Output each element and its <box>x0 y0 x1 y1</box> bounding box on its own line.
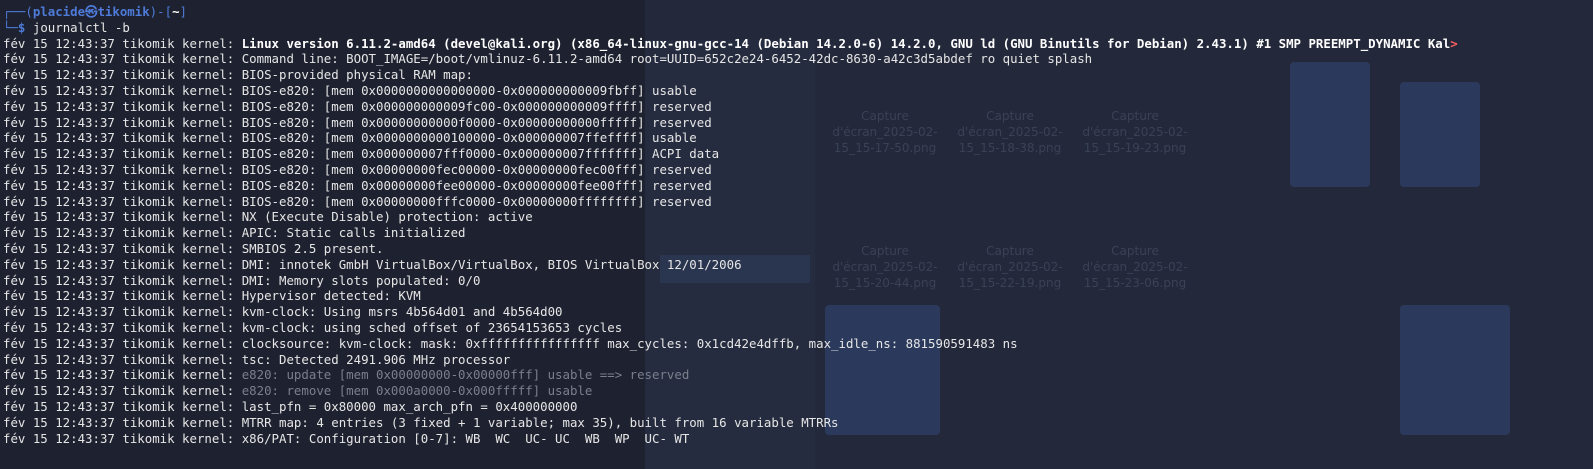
log-prefix: fév 15 12:43:37 tikomik kernel: <box>3 51 242 67</box>
log-message: e820: update [mem 0x00000000-0x00000fff]… <box>241 367 690 383</box>
log-line: fév 15 12:43:37 tikomik kernel: e820: re… <box>3 383 1593 399</box>
log-prefix: fév 15 12:43:37 tikomik kernel: <box>3 288 242 304</box>
log-line: fév 15 12:43:37 tikomik kernel: x86/PAT:… <box>3 431 1593 447</box>
log-line: fév 15 12:43:37 tikomik kernel: BIOS-e82… <box>3 83 1593 99</box>
log-message: Hypervisor detected: KVM <box>241 288 421 304</box>
log-prefix: fév 15 12:43:37 tikomik kernel: <box>3 319 242 335</box>
log-prefix: fév 15 12:43:37 tikomik kernel: <box>3 414 242 430</box>
log-line: fév 15 12:43:37 tikomik kernel: DMI: Mem… <box>3 273 1593 289</box>
log-line: fév 15 12:43:37 tikomik kernel: clocksou… <box>3 336 1593 352</box>
log-prefix: fév 15 12:43:37 tikomik kernel: <box>3 98 242 114</box>
log-line: fév 15 12:43:37 tikomik kernel: kvm-cloc… <box>3 304 1593 320</box>
prompt-frame-end: ] <box>179 4 187 19</box>
log-line: fév 15 12:43:37 tikomik kernel: BIOS-e82… <box>3 194 1593 210</box>
log-prefix: fév 15 12:43:37 tikomik kernel: <box>3 114 242 130</box>
log-prefix: fév 15 12:43:37 tikomik kernel: <box>3 335 242 351</box>
log-line: fév 15 12:43:37 tikomik kernel: BIOS-e82… <box>3 162 1593 178</box>
log-message: SMBIOS 2.5 present. <box>241 240 384 256</box>
log-message: APIC: Static calls initialized <box>241 225 466 241</box>
log-message: tsc: Detected 2491.906 MHz processor <box>241 351 511 367</box>
log-message: Command line: BOOT_IMAGE=/boot/vmlinuz-6… <box>241 51 1093 67</box>
log-message: DMI: innotek GmbH VirtualBox/VirtualBox,… <box>241 256 742 272</box>
log-line: fév 15 12:43:37 tikomik kernel: DMI: inn… <box>3 257 1593 273</box>
prompt-frame-mid: )-[ <box>149 4 173 19</box>
log-message: Linux version 6.11.2-amd64 (devel@kali.o… <box>241 35 1451 51</box>
prompt-path: ~ <box>172 4 180 19</box>
log-line: fév 15 12:43:37 tikomik kernel: kvm-cloc… <box>3 320 1593 336</box>
log-prefix: fév 15 12:43:37 tikomik kernel: <box>3 35 242 51</box>
log-message: BIOS-e820: [mem 0x00000000000f0000-0x000… <box>241 114 712 130</box>
log-message: BIOS-e820: [mem 0x00000000fee00000-0x000… <box>241 177 712 193</box>
log-message: e820: remove [mem 0x000a0000-0x000fffff]… <box>241 383 593 399</box>
log-line: fév 15 12:43:37 tikomik kernel: APIC: St… <box>3 225 1593 241</box>
log-message: x86/PAT: Configuration [0-7]: WB WC UC- … <box>241 430 690 446</box>
log-message: last_pfn = 0x80000 max_arch_pfn = 0x4000… <box>241 398 578 414</box>
log-message: BIOS-provided physical RAM map: <box>241 67 473 83</box>
log-line: fév 15 12:43:37 tikomik kernel: Hypervis… <box>3 288 1593 304</box>
log-line: fév 15 12:43:37 tikomik kernel: BIOS-e82… <box>3 130 1593 146</box>
log-prefix: fév 15 12:43:37 tikomik kernel: <box>3 367 242 383</box>
log-prefix: fév 15 12:43:37 tikomik kernel: <box>3 161 242 177</box>
log-message: BIOS-e820: [mem 0x000000000009fc00-0x000… <box>241 98 712 114</box>
log-line: fév 15 12:43:37 tikomik kernel: BIOS-e82… <box>3 146 1593 162</box>
log-prefix: fév 15 12:43:37 tikomik kernel: <box>3 67 242 83</box>
prompt-frame-bottom: └─ <box>3 19 18 35</box>
truncation-marker: > <box>1450 35 1458 51</box>
log-line: fév 15 12:43:37 tikomik kernel: last_pfn… <box>3 399 1593 415</box>
log-line: fév 15 12:43:37 tikomik kernel: Linux ve… <box>3 36 1593 52</box>
log-prefix: fév 15 12:43:37 tikomik kernel: <box>3 256 242 272</box>
log-prefix: fév 15 12:43:37 tikomik kernel: <box>3 398 242 414</box>
prompt-user: placide <box>32 4 86 19</box>
prompt-separator-icon: ㉿ <box>85 4 98 19</box>
log-message: BIOS-e820: [mem 0x00000000fec00000-0x000… <box>241 161 712 177</box>
log-prefix: fév 15 12:43:37 tikomik kernel: <box>3 209 242 225</box>
prompt-frame-top: ┌──( <box>3 4 33 19</box>
log-line: fév 15 12:43:37 tikomik kernel: BIOS-pro… <box>3 67 1593 83</box>
log-line: fév 15 12:43:37 tikomik kernel: tsc: Det… <box>3 352 1593 368</box>
log-line: fév 15 12:43:37 tikomik kernel: NX (Exec… <box>3 209 1593 225</box>
log-message: MTRR map: 4 entries (3 fixed + 1 variabl… <box>241 414 839 430</box>
log-message: BIOS-e820: [mem 0x0000000000000000-0x000… <box>241 82 697 98</box>
terminal-output[interactable]: ┌──(placide㉿tikomik)-[~] └─$ journalctl … <box>3 4 1593 446</box>
log-message: BIOS-e820: [mem 0x00000000fffc0000-0x000… <box>241 193 712 209</box>
log-line: fév 15 12:43:37 tikomik kernel: SMBIOS 2… <box>3 241 1593 257</box>
log-output: fév 15 12:43:37 tikomik kernel: Linux ve… <box>3 36 1593 447</box>
log-prefix: fév 15 12:43:37 tikomik kernel: <box>3 130 242 146</box>
log-prefix: fév 15 12:43:37 tikomik kernel: <box>3 240 242 256</box>
log-message: NX (Execute Disable) protection: active <box>241 209 533 225</box>
log-message: kvm-clock: Using msrs 4b564d01 and 4b564… <box>241 304 563 320</box>
log-line: fév 15 12:43:37 tikomik kernel: Command … <box>3 51 1593 67</box>
prompt-line-2[interactable]: └─$ journalctl -b <box>3 20 1593 36</box>
log-line: fév 15 12:43:37 tikomik kernel: e820: up… <box>3 367 1593 383</box>
log-line: fév 15 12:43:37 tikomik kernel: BIOS-e82… <box>3 99 1593 115</box>
log-line: fév 15 12:43:37 tikomik kernel: BIOS-e82… <box>3 178 1593 194</box>
log-prefix: fév 15 12:43:37 tikomik kernel: <box>3 193 242 209</box>
log-prefix: fév 15 12:43:37 tikomik kernel: <box>3 272 242 288</box>
log-message: clocksource: kvm-clock: mask: 0xffffffff… <box>241 335 1018 351</box>
log-message: kvm-clock: using sched offset of 2365415… <box>241 319 623 335</box>
log-message: DMI: Memory slots populated: 0/0 <box>241 272 481 288</box>
log-message: BIOS-e820: [mem 0x000000007fff0000-0x000… <box>241 146 720 162</box>
prompt-host: tikomik <box>97 4 150 19</box>
log-prefix: fév 15 12:43:37 tikomik kernel: <box>3 225 242 241</box>
log-prefix: fév 15 12:43:37 tikomik kernel: <box>3 82 242 98</box>
log-prefix: fév 15 12:43:37 tikomik kernel: <box>3 383 242 399</box>
log-prefix: fév 15 12:43:37 tikomik kernel: <box>3 146 242 162</box>
log-line: fév 15 12:43:37 tikomik kernel: MTRR map… <box>3 415 1593 431</box>
log-prefix: fév 15 12:43:37 tikomik kernel: <box>3 304 242 320</box>
prompt-line-1: ┌──(placide㉿tikomik)-[~] <box>3 4 1593 20</box>
log-message: BIOS-e820: [mem 0x0000000000100000-0x000… <box>241 130 697 146</box>
log-line: fév 15 12:43:37 tikomik kernel: BIOS-e82… <box>3 115 1593 131</box>
log-prefix: fév 15 12:43:37 tikomik kernel: <box>3 351 242 367</box>
log-prefix: fév 15 12:43:37 tikomik kernel: <box>3 430 242 446</box>
log-prefix: fév 15 12:43:37 tikomik kernel: <box>3 177 242 193</box>
command-text[interactable]: journalctl -b <box>33 20 130 35</box>
